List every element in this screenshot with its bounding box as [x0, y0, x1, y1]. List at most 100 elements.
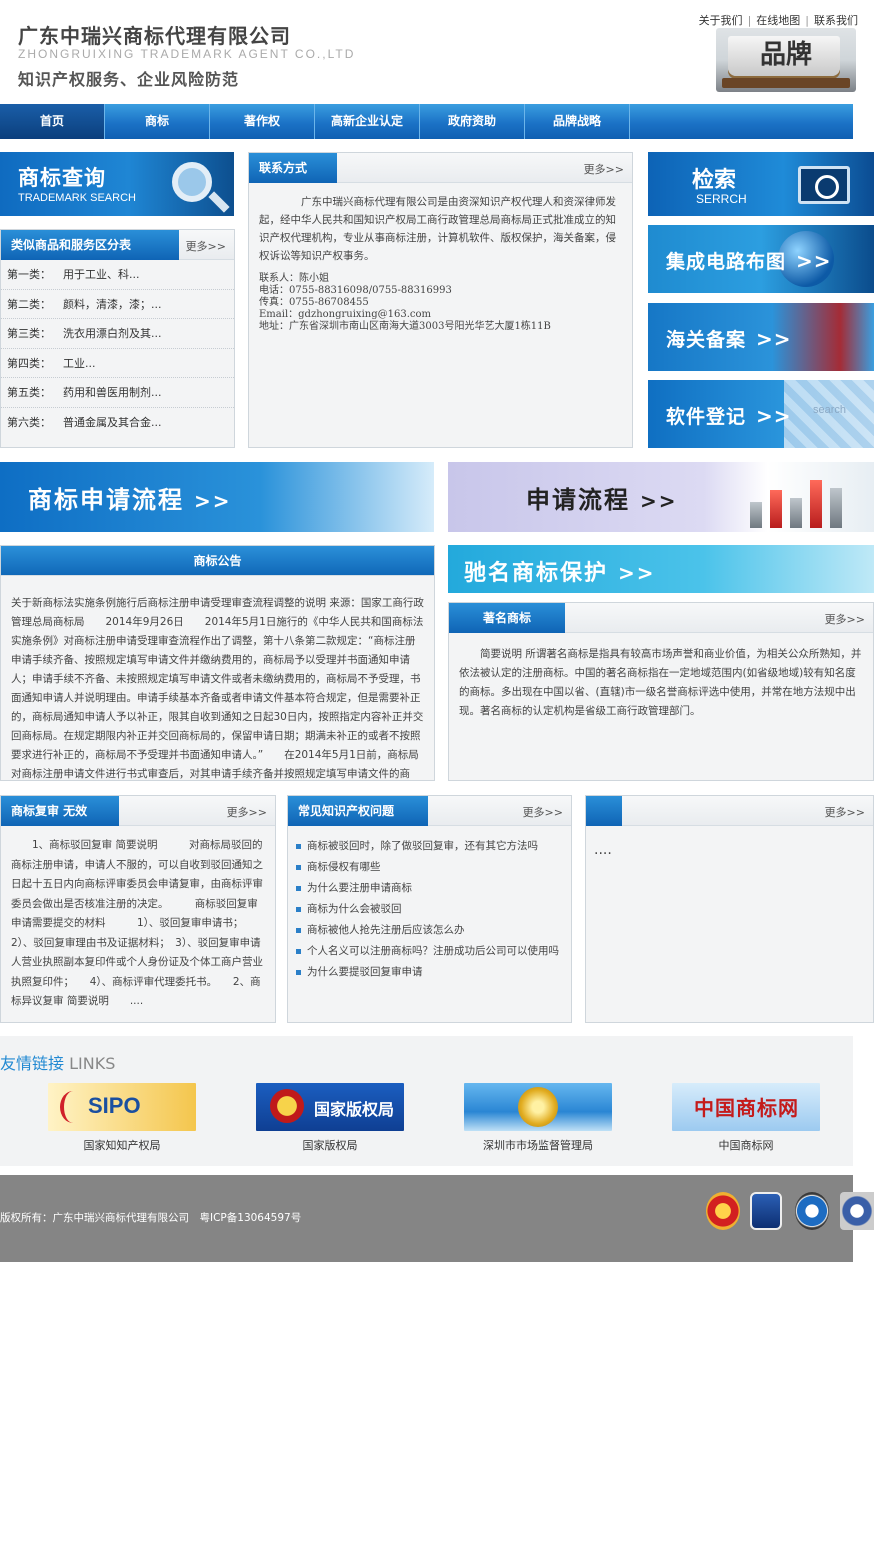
link-szmqs[interactable]: 深圳市市场监督管理局	[464, 1083, 612, 1153]
cyber-police-icon[interactable]	[750, 1192, 782, 1230]
faq-item[interactable]: 商标被驳回时，除了做驳回复审，还有其它方法吗	[296, 836, 571, 857]
contact-panel-more-link[interactable]: 更多>>	[584, 161, 624, 177]
brand-image-text: 品牌	[759, 40, 812, 70]
nav-hightech[interactable]: 高新企业认定	[315, 104, 420, 139]
trademark-process-label: 商标申请流程	[28, 486, 184, 514]
review-text: 1、商标驳回复审 简要说明 对商标局驳回的商标注册申请，申请人不服的，可以自收到…	[11, 839, 263, 1007]
nav-brand-strategy[interactable]: 品牌战略	[525, 104, 630, 139]
search-right-title: 检索	[692, 168, 737, 193]
top-links: 关于我们 | 在线地图 | 联系我们	[698, 14, 858, 27]
link-ctmo[interactable]: 中国商标网 中国商标网	[672, 1083, 820, 1153]
famous-text: 简要说明 所谓著名商标是指具有较高市场声誉和商业价值，为相关公众所熟知，并依法被…	[459, 648, 862, 717]
famous-panel: 著名商标 更多>> 简要说明 所谓著名商标是指具有较高市场声誉和商业价值，为相关…	[448, 602, 874, 781]
growth-chart-icon	[750, 472, 860, 528]
emblem-icon	[518, 1087, 558, 1127]
customs-banner[interactable]: 海关备案 >>	[648, 303, 874, 371]
nav-copyright[interactable]: 著作权	[210, 104, 315, 139]
link-sipo[interactable]: SIPO 国家知知产权局	[48, 1083, 196, 1153]
contact-fax: 传真：0755-86708455	[259, 297, 369, 308]
software-label: 软件登记	[666, 406, 747, 428]
contact-address: 地址：广东省深圳市南山区南海大道3003号阳光华艺大厦1栋11B	[259, 321, 551, 332]
brand-book-image: 品牌	[716, 28, 856, 92]
company-name-cn: 广东中瑞兴商标代理有限公司	[18, 24, 291, 48]
emblem-icon	[270, 1089, 304, 1123]
search-banner-right[interactable]: 检索 SERRCH	[648, 152, 874, 216]
blank-panel-content: ....	[594, 842, 612, 858]
famous-protect-banner[interactable]: 驰名商标保护 >>	[448, 545, 874, 593]
top-link-contact[interactable]: 联系我们	[814, 14, 858, 27]
faq-item[interactable]: 商标侵权有哪些	[296, 857, 571, 878]
famous-panel-title: 著名商标	[449, 603, 565, 633]
ctmo-logo: 中国商标网	[672, 1083, 820, 1131]
class-row[interactable]: 第五类： 药用和兽医用制剂...	[1, 378, 234, 408]
faq-item[interactable]: 为什么要注册申请商标	[296, 878, 571, 899]
top-link-map[interactable]: 在线地图	[756, 14, 800, 27]
apply-process-label: 申请流程	[526, 486, 630, 514]
trademark-process-banner[interactable]: 商标申请流程 >>	[0, 462, 434, 532]
copyright-text: 版权所有：广东中瑞兴商标代理有限公司 粤ICP备13064597号	[0, 1212, 302, 1224]
top-link-about[interactable]: 关于我们	[699, 14, 743, 27]
contact-panel-title: 联系方式	[249, 153, 337, 183]
class-row[interactable]: 第六类： 普通金属及其合金...	[1, 408, 234, 438]
blank-panel-tab	[586, 796, 622, 826]
slogan: 知识产权服务、企业风险防范	[18, 70, 240, 89]
double-arrow-icon: >>	[618, 561, 656, 585]
contact-email[interactable]: Email：gdzhongruixing@163.com	[259, 309, 622, 321]
trademark-search-banner[interactable]: 商标查询 TRADEMARK SEARCH	[0, 152, 234, 216]
double-arrow-icon: >>	[796, 249, 832, 273]
faq-item[interactable]: 商标为什么会被驳回	[296, 899, 571, 920]
search-banner-subtitle: TRADEMARK SEARCH	[18, 192, 136, 204]
company-name-en: ZHONGRUIXING TRADEMARK AGENT CO.,LTD	[18, 47, 356, 61]
faq-panel: 常见知识产权问题 更多>> 商标被驳回时，除了做驳回复审，还有其它方法吗 商标侵…	[287, 795, 572, 1023]
notice-panel: 商标公告 关于新商标法实施条例施行后商标注册申请受理审查流程调整的说明 来源：国…	[0, 545, 435, 781]
search-right-subtitle: SERRCH	[696, 192, 747, 206]
trust-seal-icon[interactable]	[840, 1192, 874, 1230]
apply-process-banner[interactable]: 申请流程 >>	[448, 462, 874, 532]
class-row[interactable]: 第一类： 用于工业、科...	[1, 260, 234, 290]
nav-gov-funding[interactable]: 政府资助	[420, 104, 525, 139]
famous-protect-label: 驰名商标保护	[464, 561, 609, 586]
footer: 版权所有：广东中瑞兴商标代理有限公司 粤ICP备13064597号	[0, 1175, 874, 1262]
monitor-search-icon	[798, 166, 850, 204]
double-arrow-icon: >>	[194, 489, 232, 513]
links-title: 友情链接 LINKS	[0, 1054, 116, 1073]
class-row[interactable]: 第三类： 洗衣用漂白剂及其...	[1, 319, 234, 349]
ic-layout-banner[interactable]: 集成电路布图 >>	[648, 225, 874, 293]
notice-panel-title: 商标公告	[193, 554, 242, 568]
contact-panel: 联系方式 更多>> 广东中瑞兴商标代理有限公司是由资深知识产权代理人和资深律师发…	[248, 152, 633, 448]
contact-person: 联系人：陈小姐	[259, 273, 329, 284]
security-shield-icon[interactable]	[795, 1192, 829, 1230]
blank-panel-more-link[interactable]: 更多>>	[825, 804, 865, 820]
double-arrow-icon: >>	[640, 489, 678, 513]
faq-item[interactable]: 商标被他人抢先注册后应该怎么办	[296, 920, 571, 941]
nav-home[interactable]: 首页	[0, 104, 105, 139]
search-banner-title: 商标查询	[18, 166, 106, 190]
link-ncac[interactable]: 国家版权局 国家版权局	[256, 1083, 404, 1153]
faq-panel-more-link[interactable]: 更多>>	[523, 804, 563, 820]
software-screen-text: search	[812, 404, 846, 416]
ic-layout-label: 集成电路布图	[666, 251, 787, 273]
contact-phone: 电话：0755-88316098/0755-88316993	[259, 285, 452, 296]
police-badge-icon[interactable]	[706, 1192, 740, 1230]
customs-label: 海关备案	[666, 329, 747, 351]
class-panel-title: 类似商品和服务区分表	[1, 230, 179, 260]
faq-item[interactable]: 为什么要提驳回复审申请	[296, 962, 571, 983]
faq-panel-title: 常见知识产权问题	[288, 796, 428, 826]
nav-trademark[interactable]: 商标	[105, 104, 210, 139]
faq-item[interactable]: 个人名义可以注册商标吗？注册成功后公司可以使用吗	[296, 941, 571, 962]
review-panel: 商标复审 无效 更多>> 1、商标驳回复审 简要说明 对商标局驳回的商标注册申请…	[0, 795, 276, 1023]
blank-panel: 更多>> ....	[585, 795, 874, 1023]
class-panel: 类似商品和服务区分表 更多>> 第一类： 用于工业、科... 第二类： 颜料，清漆，…	[0, 229, 235, 448]
szmqs-logo	[464, 1083, 612, 1131]
notice-text: 关于新商标法实施条例施行后商标注册申请受理审查流程调整的说明 来源：国家工商行政…	[11, 597, 424, 780]
double-arrow-icon: >>	[756, 327, 792, 351]
famous-panel-more-link[interactable]: 更多>>	[825, 611, 865, 627]
class-row[interactable]: 第四类： 工业...	[1, 349, 234, 378]
software-banner[interactable]: search 软件登记 >>	[648, 380, 874, 448]
review-panel-title: 商标复审 无效	[1, 796, 119, 826]
class-row[interactable]: 第二类： 颜料，清漆，漆；...	[1, 290, 234, 319]
class-panel-more-link[interactable]: 更多>>	[186, 238, 226, 254]
review-panel-more-link[interactable]: 更多>>	[227, 804, 267, 820]
friend-links: 友情链接 LINKS SIPO 国家知知产权局 国家版权局 国家版权局 深圳市市…	[0, 1036, 853, 1166]
main-nav: 首页 商标 著作权 高新企业认定 政府资助 品牌战略	[0, 104, 853, 139]
